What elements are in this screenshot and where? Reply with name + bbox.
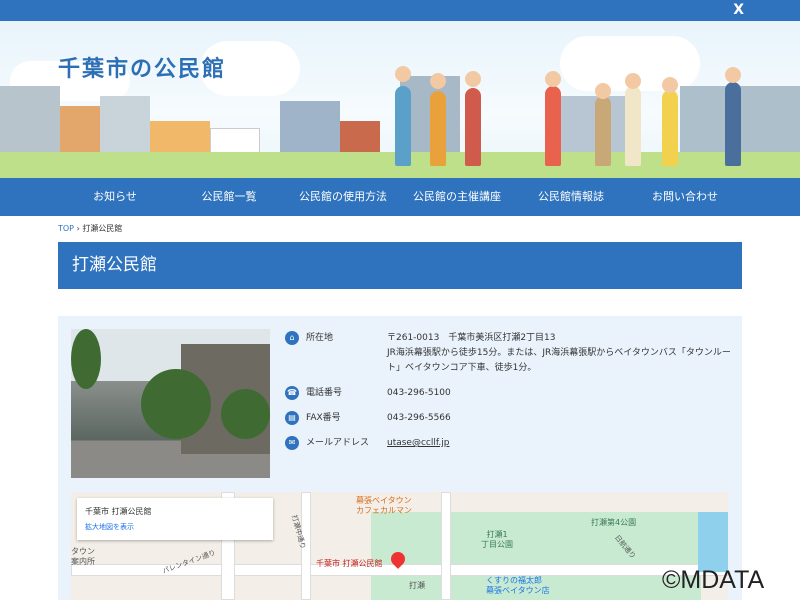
map-label-park: 打瀬1 丁目公園 bbox=[481, 530, 513, 549]
map-info-box: 千葉市 打瀬公民館 拡大地図を表示 bbox=[77, 498, 273, 540]
map-label-park: 打瀬第4公園 bbox=[591, 518, 637, 527]
building-decoration bbox=[0, 86, 60, 156]
access-directions: JR海浜幕張駅から徒歩15分。または、JR海浜幕張駅からベイタウンバス「タウンル… bbox=[387, 348, 731, 373]
person-illustration bbox=[595, 96, 611, 166]
email-link[interactable]: utase@ccllf.jp bbox=[387, 438, 449, 448]
mail-icon: ✉ bbox=[285, 436, 299, 450]
breadcrumb-separator: › bbox=[76, 224, 80, 233]
header-banner: 千葉市の公民館 bbox=[0, 21, 800, 178]
embedded-map[interactable]: 千葉市 打瀬公民館 拡大地図を表示 幕張ベイタウン カフェカルマン 打瀬中通り … bbox=[71, 492, 728, 600]
facility-photo bbox=[71, 329, 270, 478]
breadcrumb: TOP › 打瀬公民館 bbox=[58, 223, 122, 234]
enlarge-map-link[interactable]: 拡大地図を表示 bbox=[85, 522, 265, 532]
nav-list[interactable]: 公民館一覧 bbox=[172, 178, 286, 216]
breadcrumb-top[interactable]: TOP bbox=[58, 224, 74, 233]
breadcrumb-current: 打瀬公民館 bbox=[82, 224, 123, 233]
nav-magazine[interactable]: 公民館情報誌 bbox=[514, 178, 628, 216]
building-decoration bbox=[150, 121, 210, 156]
top-bar: X bbox=[0, 0, 800, 21]
address-label: 所在地 bbox=[306, 333, 334, 343]
person-illustration bbox=[725, 82, 741, 166]
phone-label: 電話番号 bbox=[306, 388, 343, 398]
building-decoration bbox=[60, 106, 100, 156]
map-label-cafe: 幕張ベイタウン カフェカルマン bbox=[356, 496, 412, 515]
map-label-info: タウン 案内所 bbox=[71, 547, 95, 566]
building-decoration bbox=[100, 96, 150, 156]
nav-contact[interactable]: お問い合わせ bbox=[628, 178, 742, 216]
person-illustration bbox=[430, 91, 446, 166]
map-pin-label: 千葉市 打瀬公民館 bbox=[316, 559, 383, 568]
fax-label: FAX番号 bbox=[306, 413, 341, 423]
facility-info-panel: ⌂ 所在地 〒261-0013 千葉市美浜区打瀬2丁目13 JR海浜幕張駅から徒歩1… bbox=[58, 316, 742, 600]
person-illustration bbox=[662, 90, 678, 166]
address-value: 〒261-0013 千葉市美浜区打瀬2丁目13 bbox=[387, 333, 556, 343]
fax-value: 043-296-5566 bbox=[387, 413, 451, 423]
building-decoration bbox=[280, 101, 340, 156]
map-label-pharmacy: くすりの福太郎 幕張ベイタウン店 bbox=[486, 576, 550, 595]
nav-news[interactable]: お知らせ bbox=[58, 178, 172, 216]
person-illustration bbox=[395, 86, 411, 166]
watermark: ©MDATA bbox=[662, 566, 765, 594]
site-logo[interactable]: 千葉市の公民館 bbox=[58, 51, 226, 83]
email-label: メールアドレス bbox=[306, 438, 370, 448]
main-nav: お知らせ 公民館一覧 公民館の使用方法 公民館の主催講座 公民館情報誌 お問い合… bbox=[0, 178, 800, 216]
map-place-name: 千葉市 打瀬公民館 bbox=[85, 507, 152, 516]
person-illustration bbox=[545, 86, 561, 166]
phone-icon: ☎ bbox=[285, 386, 299, 400]
page-title: 打瀬公民館 bbox=[58, 242, 742, 289]
person-illustration bbox=[625, 86, 641, 166]
home-icon: ⌂ bbox=[285, 331, 299, 345]
nav-courses[interactable]: 公民館の主催講座 bbox=[400, 178, 514, 216]
map-label-area: 打瀬 bbox=[409, 581, 425, 590]
facility-details: ⌂ 所在地 〒261-0013 千葉市美浜区打瀬2丁目13 JR海浜幕張駅から徒歩1… bbox=[285, 331, 735, 461]
phone-value: 043-296-5100 bbox=[387, 388, 451, 398]
nav-usage[interactable]: 公民館の使用方法 bbox=[286, 178, 400, 216]
fax-icon: ▤ bbox=[285, 411, 299, 425]
x-social-icon[interactable]: X bbox=[733, 2, 744, 18]
building-decoration bbox=[340, 121, 380, 156]
person-illustration bbox=[465, 88, 481, 166]
map-water bbox=[698, 512, 728, 572]
map-road bbox=[441, 492, 451, 600]
